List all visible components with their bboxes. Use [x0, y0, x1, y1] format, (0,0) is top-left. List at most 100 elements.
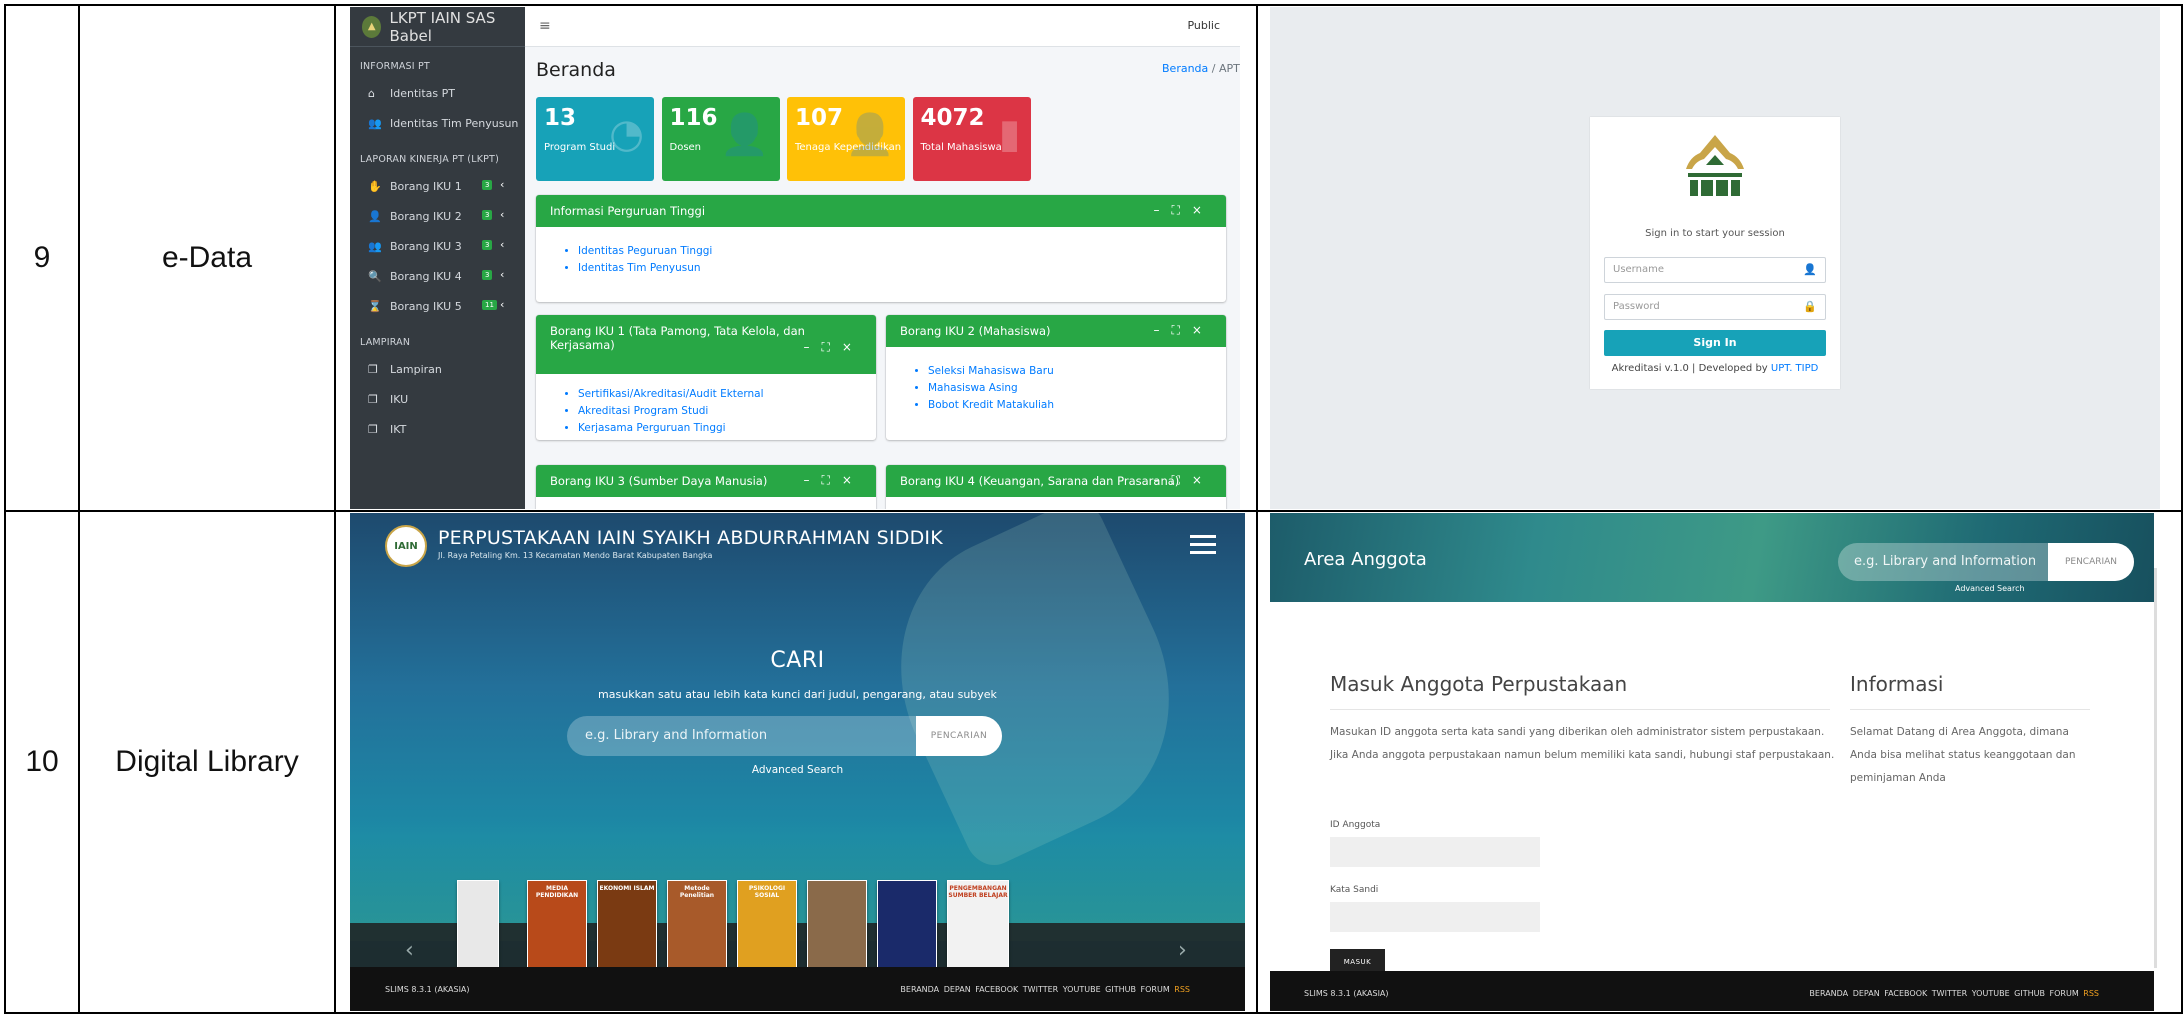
book-cover[interactable]: EKONOMI ISLAM: [597, 880, 657, 970]
book-cover[interactable]: [807, 880, 867, 970]
sidebar-item[interactable]: 👥 Identitas Tim Penyusun: [350, 108, 525, 138]
card-tools-icon[interactable]: –⛶×: [1154, 203, 1214, 218]
book-cover[interactable]: MEDIA PENDIDIKAN: [527, 880, 587, 970]
card-link[interactable]: Seleksi Mahasiswa Baru: [928, 363, 1226, 380]
card-tools-icon[interactable]: –⛶×: [1154, 473, 1214, 488]
system-name: e-Data: [78, 4, 336, 512]
sidebar-section-lkpt: LAPORAN KINERJA PT (LKPT): [360, 154, 499, 165]
book-cover[interactable]: [877, 880, 937, 970]
book-cover[interactable]: [457, 880, 499, 970]
search-input[interactable]: e.g. Library and Information PENCARIAN: [1838, 543, 2134, 581]
hamburger-menu-icon[interactable]: [1190, 535, 1216, 559]
stat-label: Total Mahasiswa: [920, 142, 1002, 153]
footer-version: SLIMS 8.3.1 (AKASIA): [385, 985, 470, 994]
search-button[interactable]: PENCARIAN: [916, 716, 1002, 756]
search-placeholder: e.g. Library and Information: [585, 728, 768, 743]
carousel-next-icon[interactable]: ›: [1178, 938, 1187, 963]
screenshot-cell: Sign in to start your session Username 👤…: [1256, 4, 2183, 512]
chevron-left-icon[interactable]: ‹: [500, 268, 504, 281]
library-home-screenshot: IAIN PERPUSTAKAAN IAIN SYAIKH ABDURRAHMA…: [350, 513, 1245, 1011]
chevron-left-icon[interactable]: ‹: [500, 178, 504, 191]
stat-box[interactable]: 107 Tenaga Kependidikan 👤: [787, 97, 905, 181]
sidebar-item-label: Identitas Tim Penyusun: [390, 116, 519, 130]
sidebar-item[interactable]: ✋ Borang IKU 1 3 ‹: [350, 171, 525, 201]
book-cover[interactable]: PSIKOLOGI SOSIAL: [737, 880, 797, 970]
footer-text: Akreditasi v.1.0 | Developed by: [1611, 363, 1768, 374]
card-iku4: Borang IKU 4 (Keuangan, Sarana dan Prasa…: [886, 465, 1226, 509]
card-tools-icon[interactable]: –⛶×: [804, 340, 864, 355]
carousel-prev-icon[interactable]: ‹: [405, 938, 414, 963]
advanced-search-link[interactable]: Advanced Search: [350, 764, 1245, 776]
breadcrumb-home[interactable]: Beranda: [1162, 62, 1208, 75]
footer-links[interactable]: BERANDA DEPAN FACEBOOK TWITTER YOUTUBE G…: [1809, 989, 2099, 998]
member-area-screenshot: Area Anggota e.g. Library and Informatio…: [1270, 513, 2160, 1011]
developer-link[interactable]: UPT. TIPD: [1771, 363, 1818, 374]
stat-value: 116: [669, 105, 718, 131]
card-tools-icon[interactable]: –⛶×: [804, 473, 864, 488]
sign-in-button[interactable]: Sign In: [1604, 330, 1826, 356]
user-icon: 👤: [1803, 263, 1817, 276]
sidebar-item[interactable]: ❐ Lampiran: [350, 354, 525, 384]
footer-links-text[interactable]: BERANDA DEPAN FACEBOOK TWITTER YOUTUBE G…: [1809, 989, 2078, 998]
library-logo-icon[interactable]: IAIN: [385, 525, 427, 567]
hourglass-icon: ⌛: [368, 299, 382, 313]
member-id-input[interactable]: [1330, 837, 1540, 867]
password-label: Kata Sandi: [1330, 885, 1379, 895]
sidebar-section-lampiran: LAMPIRAN: [360, 337, 411, 348]
chevron-left-icon[interactable]: ‹: [500, 208, 504, 221]
chevron-left-icon[interactable]: ‹: [500, 298, 504, 311]
footer-links[interactable]: BERANDA DEPAN FACEBOOK TWITTER YOUTUBE G…: [900, 985, 1190, 994]
top-navbar: ≡ Public: [525, 7, 1240, 47]
sidebar-item[interactable]: ❐ IKU: [350, 384, 525, 414]
card-link[interactable]: Mahasiswa Asing: [928, 380, 1226, 397]
book-cover[interactable]: PENGEMBANGAN SUMBER BELAJAR: [947, 880, 1009, 970]
library-address: Jl. Raya Petaling Km. 13 Kecamatan Mendo…: [438, 551, 713, 560]
menu-toggle-icon[interactable]: ≡: [539, 18, 551, 34]
card-link[interactable]: Sertifikasi/Akreditasi/Audit Ekternal: [578, 386, 876, 403]
stat-box[interactable]: 4072 Total Mahasiswa ▮: [912, 97, 1031, 181]
sidebar-section-info: INFORMASI PT: [360, 61, 430, 72]
home-icon: ⌂: [368, 86, 375, 100]
search-input[interactable]: e.g. Library and Information PENCARIAN: [567, 716, 1002, 756]
advanced-search-link[interactable]: Advanced Search: [1955, 584, 2025, 593]
sidebar-brand[interactable]: ▲ LKPT IAIN SAS Babel: [350, 7, 525, 47]
footer-links-text[interactable]: BERANDA DEPAN FACEBOOK TWITTER YOUTUBE G…: [900, 985, 1169, 994]
member-password-input[interactable]: [1330, 902, 1540, 932]
scrollbar[interactable]: [2154, 568, 2157, 968]
card-link[interactable]: Bobot Kredit Matakuliah: [928, 397, 1226, 414]
count-badge: 3: [482, 270, 493, 280]
card-iku2: Borang IKU 2 (Mahasiswa) –⛶× Seleksi Maha…: [886, 315, 1226, 440]
username-input[interactable]: Username 👤: [1604, 257, 1826, 283]
screenshot-cell: Area Anggota e.g. Library and Informatio…: [1256, 510, 2183, 1014]
public-link[interactable]: Public: [1187, 19, 1220, 32]
divider: [1330, 709, 1830, 710]
sidebar-item[interactable]: 🔍 Borang IKU 4 3 ‹: [350, 261, 525, 291]
id-label: ID Anggota: [1330, 820, 1381, 830]
search-button[interactable]: PENCARIAN: [2048, 543, 2134, 581]
sidebar-item[interactable]: ❐ IKT: [350, 414, 525, 444]
count-badge: 3: [482, 180, 493, 190]
pie-chart-icon: ◔: [609, 111, 644, 157]
card-link[interactable]: Akreditasi Program Studi: [578, 403, 876, 420]
footer-rss[interactable]: RSS: [1174, 985, 1190, 994]
card-title: Informasi Perguruan Tinggi: [550, 204, 706, 218]
card-link[interactable]: Identitas Tim Penyusun: [578, 260, 1226, 277]
footer-rss[interactable]: RSS: [2083, 989, 2099, 998]
sidebar-item[interactable]: ⌛ Borang IKU 5 11 ‹: [350, 291, 525, 321]
password-placeholder: Password: [1613, 301, 1660, 312]
chevron-left-icon[interactable]: ‹: [500, 238, 504, 251]
card-link[interactable]: Identitas Peguruan Tinggi: [578, 243, 1226, 260]
card-tools-icon[interactable]: –⛶×: [1154, 323, 1214, 338]
password-input[interactable]: Password 🔒: [1604, 294, 1826, 320]
username-placeholder: Username: [1613, 264, 1664, 275]
stat-box[interactable]: 13 Program Studi ◔: [536, 97, 654, 181]
card-link[interactable]: Kerjasama Perguruan Tinggi: [578, 420, 876, 437]
book-cover[interactable]: Metode Penelitian: [667, 880, 727, 970]
sidebar-item[interactable]: 👤 Borang IKU 2 3 ‹: [350, 201, 525, 231]
sidebar: ▲ LKPT IAIN SAS Babel INFORMASI PT ⌂ Iden…: [350, 7, 525, 509]
copy-icon: ❐: [368, 422, 378, 436]
sidebar-item[interactable]: 👥 Borang IKU 3 3 ‹: [350, 231, 525, 261]
stat-box[interactable]: 116 Dosen 👤: [661, 97, 780, 181]
sidebar-item[interactable]: ⌂ Identitas PT: [350, 78, 525, 108]
card-informasi-pt: Informasi Perguruan Tinggi –⛶× Identitas …: [536, 195, 1226, 302]
